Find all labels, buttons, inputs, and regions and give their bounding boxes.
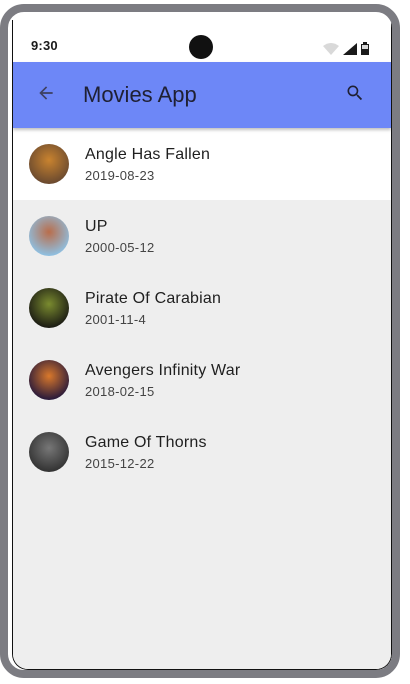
movie-thumbnail [29,432,69,472]
app-title: Movies App [83,82,197,107]
app-bar: Movies App [13,62,391,128]
movie-title: Angle Has Fallen [85,145,211,163]
movie-text: Game Of Thorns 2015-12-22 [85,434,207,471]
movie-thumbnail [29,144,69,184]
movie-list: Angle Has Fallen 2019-08-23 UP 2000-05-1… [13,128,391,669]
movie-text: Angle Has Fallen 2019-08-23 [85,146,210,183]
back-button[interactable] [19,62,73,128]
movie-text: UP 2000-05-12 [85,218,155,255]
movie-release-date: 2000-05-12 [85,239,155,255]
movie-release-date: 2019-08-23 [85,167,155,183]
movie-text: Avengers Infinity War 2018-02-15 [85,362,240,399]
movie-release-date: 2015-12-22 [85,455,155,471]
cellular-signal-icon [343,42,357,60]
status-icons [323,42,369,60]
movie-thumbnail [29,288,69,328]
status-bar: 9:30 [13,20,391,62]
movie-list-item[interactable]: Game Of Thorns 2015-12-22 [13,416,391,488]
movie-title: UP [85,217,108,235]
movie-list-item[interactable]: Pirate Of Carabian 2001-11-4 [13,272,391,344]
device-frame: 9:30 Movies App Angle Has Fallen 2019-08… [0,4,400,678]
movie-thumbnail [29,216,69,256]
movie-text: Pirate Of Carabian 2001-11-4 [85,290,221,327]
status-time: 9:30 [31,37,58,53]
movie-title: Game Of Thorns [85,433,207,451]
movie-list-item[interactable]: UP 2000-05-12 [13,200,391,272]
movie-thumbnail [29,360,69,400]
arrow-back-icon [36,83,56,108]
battery-icon [361,42,369,60]
movie-list-item[interactable]: Avengers Infinity War 2018-02-15 [13,344,391,416]
movie-release-date: 2001-11-4 [85,311,147,327]
wifi-icon [323,42,339,60]
movie-title: Avengers Infinity War [85,361,241,379]
movie-title: Pirate Of Carabian [85,289,222,307]
movie-list-item[interactable]: Angle Has Fallen 2019-08-23 [13,128,391,200]
front-camera [189,35,213,59]
screen: 9:30 Movies App Angle Has Fallen 2019-08… [12,20,392,670]
search-button[interactable] [333,62,377,128]
movie-release-date: 2018-02-15 [85,383,155,399]
search-icon [345,83,365,108]
